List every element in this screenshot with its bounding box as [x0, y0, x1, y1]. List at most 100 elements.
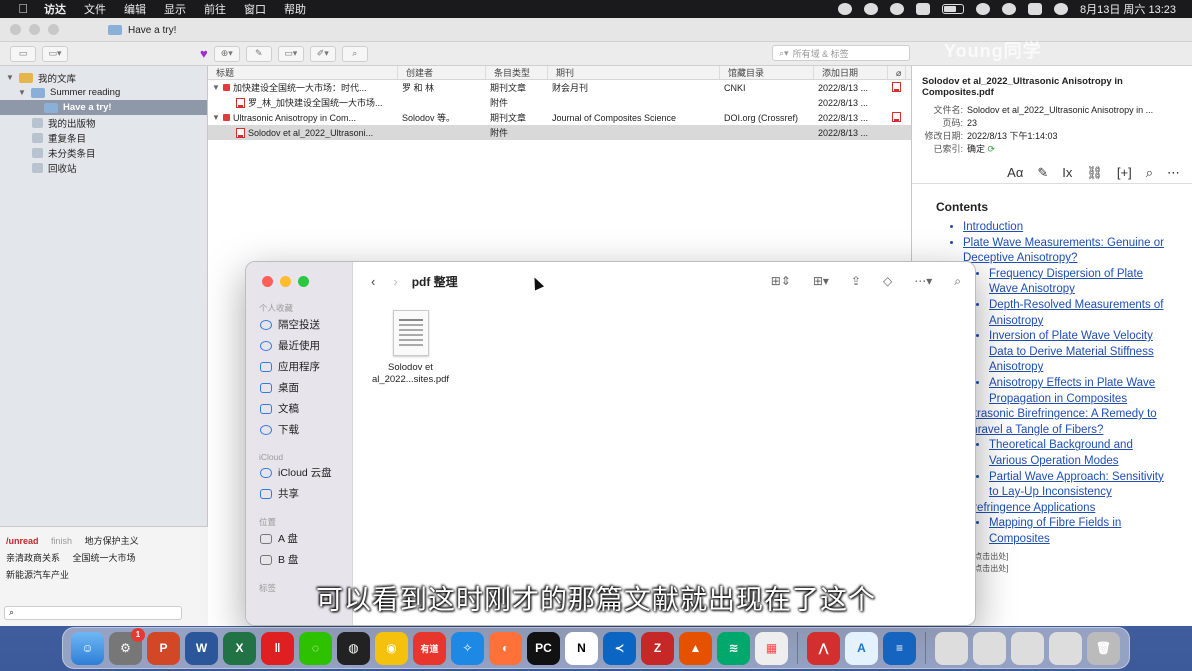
maps-app-icon[interactable]: ≋ [717, 631, 750, 665]
chrome-app-icon[interactable]: ◉ [375, 631, 408, 665]
toc-item[interactable]: Plate Wave Measurements: Genuine or Dece… [963, 236, 1166, 408]
tag-item[interactable]: 全国统一大市场 [73, 553, 136, 563]
search-field[interactable]: ⌕▾ 所有域 & 标签 [772, 45, 910, 61]
toc-item[interactable]: Birefringence Applications Mapping of Fi… [963, 501, 1166, 548]
siri-icon[interactable] [1054, 3, 1068, 15]
font-size-icon[interactable]: Aα [1007, 165, 1023, 180]
word-app-icon[interactable]: W [185, 631, 218, 665]
notion-app-icon[interactable]: N [565, 631, 598, 665]
wifi-icon[interactable] [976, 3, 990, 15]
toc-item[interactable]: Inversion of Plate Wave Velocity Data to… [989, 329, 1166, 376]
toc-item[interactable]: Mapping of Fibre Fields in Composites [989, 516, 1166, 547]
minimized-window-icon[interactable] [973, 631, 1006, 665]
tag-finish[interactable]: finish [51, 536, 72, 546]
pycharm-app-icon[interactable]: PC [527, 631, 560, 665]
tag-item[interactable]: 亲清政商关系 [6, 553, 60, 563]
filename-value[interactable]: Solodov et al_2022_Ultrasonic Anisotropy… [967, 105, 1153, 115]
menu-app-name[interactable]: 访达 [44, 1, 66, 17]
menu-help[interactable]: 帮助 [284, 1, 306, 17]
toc-item[interactable]: Introduction [963, 220, 1166, 236]
minimize-button[interactable] [29, 24, 40, 35]
locate-button[interactable]: ⌕ [341, 45, 368, 62]
tree-item-unfiled[interactable]: 未分类条目 [0, 145, 207, 160]
attachment-button[interactable]: ✐▾ [309, 45, 336, 62]
menu-edit[interactable]: 编辑 [124, 1, 146, 17]
sidebar-item-desktop[interactable]: 桌面 [260, 377, 352, 398]
qq-app-icon[interactable]: ◍ [337, 631, 370, 665]
new-item-button[interactable]: ⊕▾ [213, 45, 240, 62]
toc-link[interactable]: Introduction [963, 221, 1023, 233]
table-row[interactable]: Solodov et al_2022_Ultrasoni... 附件 2022/… [208, 125, 911, 140]
battery-icon[interactable] [942, 4, 964, 14]
view-mode-icon[interactable]: ⊞⇕ [771, 274, 791, 288]
column-publication[interactable]: 期刊 [548, 66, 720, 79]
finder-app-icon[interactable]: ☺ [71, 631, 104, 665]
zoom-button[interactable] [298, 276, 309, 287]
highlight-icon[interactable]: ✎ [1037, 165, 1048, 181]
xcode-app-icon[interactable]: A [845, 631, 878, 665]
toc-item[interactable]: Theoretical Background and Various Opera… [989, 438, 1166, 469]
toc-link[interactable]: Plate Wave Measurements: Genuine or Dece… [963, 237, 1164, 265]
toc-item[interactable]: Ultrasonic Birefringence: A Remedy to Un… [963, 407, 1166, 501]
acrobat-app-icon[interactable]: ⋀ [807, 631, 840, 665]
zotero-app-icon[interactable]: Z [641, 631, 674, 665]
record-icon[interactable] [838, 3, 852, 15]
pdf-icon[interactable] [892, 81, 901, 92]
sidebar-item-applications[interactable]: 应用程序 [260, 356, 352, 377]
disclosure-triangle-icon[interactable]: ▼ [6, 73, 14, 82]
new-collection-button[interactable]: ▭ [10, 45, 36, 62]
vscode-app-icon[interactable]: ≺ [603, 631, 636, 665]
library-tab[interactable]: Have a try! [108, 20, 208, 40]
baidu-app-icon[interactable]: ‖ [261, 631, 294, 665]
toc-link[interactable]: Birefringence Applications [963, 502, 1095, 514]
disclosure-triangle-icon[interactable]: ▼ [18, 88, 26, 97]
toc-link[interactable]: Inversion of Plate Wave Velocity Data to… [989, 330, 1154, 373]
column-item-type[interactable]: 条目类型 [486, 66, 548, 79]
menu-go[interactable]: 前往 [204, 1, 226, 17]
sidebar-item-recents[interactable]: 最近使用 [260, 335, 352, 356]
more-actions-icon[interactable]: ⋯▾ [914, 274, 932, 288]
back-icon[interactable]: ‹ [371, 274, 375, 289]
toc-item[interactable]: Anisotropy Effects in Plate Wave Propaga… [989, 376, 1166, 407]
close-button[interactable] [10, 24, 21, 35]
table-row[interactable]: ▼ Ultrasonic Anisotropy in Com... Solodov… [208, 110, 911, 125]
file-item[interactable]: Solodov et al_2022...sites.pdf [363, 310, 458, 386]
new-note-button[interactable]: ▭▾ [277, 45, 304, 62]
column-attachment[interactable]: ⌀ [888, 66, 906, 79]
share-icon[interactable]: ⇪ [851, 274, 861, 288]
apple-menu-icon[interactable]:  [16, 2, 30, 16]
minimized-window-icon[interactable] [935, 631, 968, 665]
group-icon[interactable]: ⊞▾ [813, 274, 829, 288]
search-icon[interactable] [1002, 3, 1016, 15]
toc-item[interactable]: Frequency Dispersion of Plate Wave Aniso… [989, 267, 1166, 298]
input-method-icon[interactable] [916, 3, 930, 15]
close-button[interactable] [262, 276, 273, 287]
trash-icon[interactable]: 🗑 [1087, 631, 1120, 665]
status-icon[interactable] [864, 3, 878, 15]
link-icon[interactable]: ⛓ [1086, 165, 1103, 181]
heart-icon[interactable]: ♥ [200, 46, 208, 61]
sidebar-item-documents[interactable]: 文稿 [260, 398, 352, 419]
sidebar-item-downloads[interactable]: 下载 [260, 419, 352, 440]
sidebar-item-disk-a[interactable]: A 盘 [260, 528, 352, 549]
footer-note[interactable]: [点击出处] [972, 551, 1192, 563]
sidebar-item-icloud-drive[interactable]: iCloud 云盘 [260, 462, 352, 483]
tag-icon[interactable]: ◇ [883, 274, 892, 288]
footer-note[interactable]: [点击出处] [972, 563, 1192, 575]
toc-link[interactable]: Frequency Dispersion of Plate Wave Aniso… [989, 268, 1143, 296]
new-library-button[interactable]: ▭▾ [42, 45, 68, 62]
toc-item[interactable]: Partial Wave Approach: Sensitivity to La… [989, 470, 1166, 501]
tree-item-my-library[interactable]: ▼ 我的文库 [0, 70, 207, 85]
toc-link[interactable]: Partial Wave Approach: Sensitivity to La… [989, 471, 1164, 499]
menu-file[interactable]: 文件 [84, 1, 106, 17]
tree-item-summer-reading[interactable]: ▼ Summer reading [0, 85, 207, 100]
menu-view[interactable]: 显示 [164, 1, 186, 17]
toc-link[interactable]: Theoretical Background and Various Opera… [989, 439, 1133, 467]
voice-icon[interactable] [890, 3, 904, 15]
column-creator[interactable]: 创建者 [398, 66, 486, 79]
toc-link[interactable]: Mapping of Fibre Fields in Composites [989, 517, 1121, 545]
disclosure-triangle-icon[interactable]: ▼ [212, 113, 220, 122]
toc-link[interactable]: Anisotropy Effects in Plate Wave Propaga… [989, 377, 1155, 405]
table-row[interactable]: 罗_林_加快建设全国统一大市场... 附件 2022/8/13 ... [208, 95, 911, 110]
add-by-identifier-button[interactable]: ✎ [245, 45, 272, 62]
